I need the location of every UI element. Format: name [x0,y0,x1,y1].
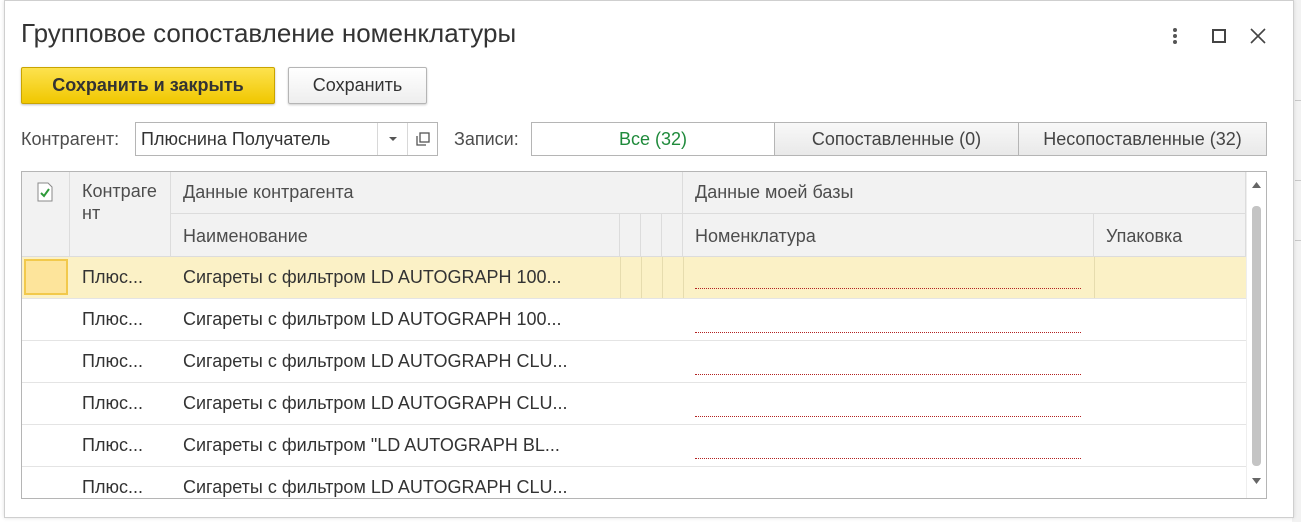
counterparty-label: Контрагент: [21,129,120,149]
cell-name[interactable]: Сигареты с фильтром LD AUTOGRAPH 100... [171,299,620,340]
header-package[interactable]: Упаковка [1094,214,1246,257]
cell-counterparty[interactable]: Плюс... [70,467,171,498]
header-check-column[interactable] [22,172,70,257]
cell-name-text: Сигареты с фильтром LD AUTOGRAPH 100... [183,267,562,287]
header-my-data: Данные моей базы [683,172,1246,214]
cell-name[interactable]: Сигареты с фильтром LD AUTOGRAPH CLU... [171,341,620,382]
cell-package[interactable] [1094,341,1246,382]
records-label: Записи: [454,129,519,149]
checked-document-icon [37,182,53,202]
header-counterparty-data: Данные контрагента [171,172,683,214]
cell-name-text: Сигареты с фильтром LD AUTOGRAPH CLU... [183,393,568,413]
more-vertical-icon [1173,28,1177,44]
header-counterparty-label: Контрагент [82,181,157,223]
cell-name[interactable]: Сигареты с фильтром LD AUTOGRAPH CLU... [171,383,620,424]
cell-counterparty-text: Плюс... [82,351,143,371]
cell-nomenclature[interactable] [683,341,1094,382]
required-field-underline [695,458,1081,459]
matching-table: Контрагент Данные контрагента Наименован… [21,171,1267,499]
header-nomenclature-label: Номенклатура [695,226,816,246]
cell-name-text: Сигареты с фильтром LD AUTOGRAPH CLU... [183,351,568,371]
maximize-button[interactable] [1204,21,1234,51]
header-counterparty-data-label: Данные контрагента [183,182,354,202]
cell-counterparty-text: Плюс... [82,477,143,497]
segment-unmatched[interactable]: Несопоставленные (32) [1018,122,1267,156]
scroll-up-icon[interactable] [1252,182,1261,188]
table-row[interactable]: Плюс... Сигареты с фильтром LD AUTOGRAPH… [22,299,1246,341]
cell-package[interactable] [1094,257,1246,298]
table-row[interactable]: Плюс... Сигареты с фильтром LD AUTOGRAPH… [22,467,1246,498]
required-field-underline [695,288,1081,289]
cell-package[interactable] [1094,467,1246,498]
cell-counterparty-text: Плюс... [82,309,143,329]
save-button[interactable]: Сохранить [288,67,427,104]
cell-counterparty[interactable]: Плюс... [70,299,171,340]
cell-package[interactable] [1094,383,1246,424]
scrollbar-thumb[interactable] [1252,206,1261,466]
header-name-label: Наименование [183,226,308,246]
open-form-icon [415,132,430,146]
more-menu-button[interactable] [1160,21,1190,51]
header-package-label: Упаковка [1106,226,1183,246]
required-field-underline [695,374,1081,375]
window-title: Групповое сопоставление номенклатуры [21,18,517,48]
cell-counterparty[interactable]: Плюс... [70,257,171,298]
cell-nomenclature[interactable] [683,425,1094,466]
cell-name[interactable]: Сигареты с фильтром LD AUTOGRAPH CLU... [171,467,620,498]
segment-matched[interactable]: Сопоставленные (0) [774,122,1019,156]
table-row[interactable]: Плюс... Сигареты с фильтром LD AUTOGRAPH… [22,341,1246,383]
cell-counterparty[interactable]: Плюс... [70,383,171,424]
cell-nomenclature[interactable] [683,257,1094,298]
row-check-cell[interactable] [22,257,70,298]
save-and-close-button[interactable]: Сохранить и закрыть [21,67,275,104]
maximize-icon [1212,29,1226,43]
cell-counterparty-text: Плюс... [82,393,143,413]
chevron-down-icon [388,137,397,141]
cell-counterparty[interactable]: Плюс... [70,341,171,382]
cell-name[interactable]: Сигареты с фильтром LD AUTOGRAPH 100... [171,257,620,298]
header-extra-col-2[interactable] [641,214,662,257]
cell-name-text: Сигареты с фильтром LD AUTOGRAPH 100... [183,309,562,329]
cell-package[interactable] [1094,425,1246,466]
required-field-underline [695,332,1081,333]
header-name[interactable]: Наименование [171,214,620,257]
table-row[interactable]: Плюс... Сигареты с фильтром "LD AUTOGRAP… [22,425,1246,467]
scroll-down-icon[interactable] [1252,478,1261,484]
cell-nomenclature[interactable] [683,299,1094,340]
header-counterparty[interactable]: Контрагент [70,172,171,257]
cell-nomenclature[interactable] [683,383,1094,424]
table-row[interactable]: Плюс... Сигареты с фильтром LD AUTOGRAPH… [22,257,1246,299]
header-extra-col-3[interactable] [662,214,683,257]
cell-name-text: Сигареты с фильтром LD AUTOGRAPH CLU... [183,477,568,497]
counterparty-value: Плюснина Получатель [141,129,331,149]
cell-package[interactable] [1094,299,1246,340]
header-my-data-label: Данные моей базы [695,182,854,202]
table-row[interactable]: Плюс... Сигареты с фильтром LD AUTOGRAPH… [22,383,1246,425]
dialog-window: Групповое сопоставление номенклатуры Сох… [4,0,1294,518]
segment-all[interactable]: Все (32) [531,122,775,156]
close-button[interactable] [1243,21,1273,51]
cell-counterparty[interactable]: Плюс... [70,425,171,466]
cell-name[interactable]: Сигареты с фильтром "LD AUTOGRAPH BL... [171,425,620,466]
close-icon [1250,28,1266,44]
vertical-scrollbar[interactable] [1246,172,1266,498]
cell-counterparty-text: Плюс... [82,267,143,287]
counterparty-open-button[interactable] [407,123,437,155]
header-nomenclature[interactable]: Номенклатура [683,214,1094,257]
required-field-underline [695,416,1081,417]
counterparty-dropdown-button[interactable] [377,123,407,155]
focused-cell [24,259,68,295]
cell-name-text: Сигареты с фильтром "LD AUTOGRAPH BL... [183,435,560,455]
counterparty-field[interactable]: Плюснина Получатель [135,122,438,156]
cell-nomenclature[interactable] [683,467,1094,498]
header-extra-col-1[interactable] [620,214,641,257]
cell-counterparty-text: Плюс... [82,435,143,455]
